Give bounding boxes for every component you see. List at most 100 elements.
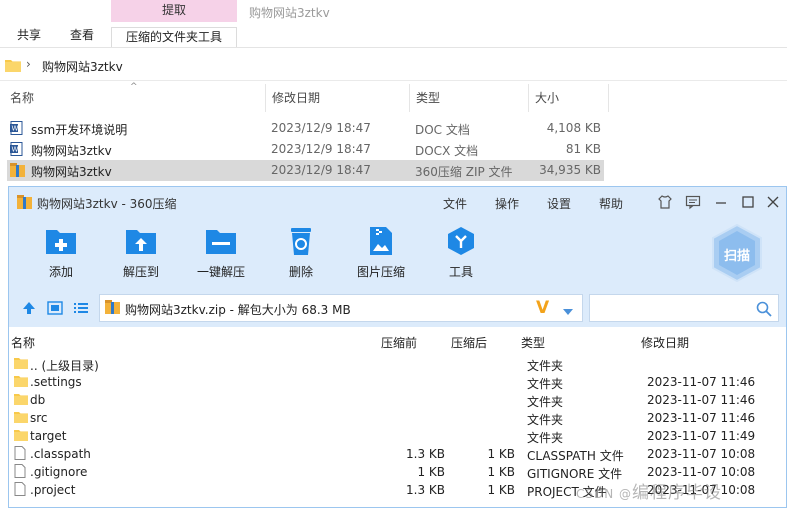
image-compress-icon xyxy=(363,225,399,257)
add-icon xyxy=(43,225,79,257)
chevron-down-icon[interactable] xyxy=(562,305,574,319)
folder-icon xyxy=(14,356,28,373)
column-packed-size[interactable]: 压缩前 xyxy=(381,334,417,351)
row-packed-size: 1 KB xyxy=(417,465,445,479)
maximize-icon[interactable] xyxy=(740,194,756,210)
row-name: db xyxy=(30,393,46,407)
one-click-extract-label: 一键解压 xyxy=(196,265,245,279)
list-item-selected[interactable]: 购物网站3ztkv 2023/12/9 18:47 360压缩 ZIP 文件 3… xyxy=(7,160,604,181)
explorer-window-title: 购物网站3ztkv xyxy=(249,6,330,20)
extract-to-label: 解压到 xyxy=(122,265,159,279)
chevron-right-icon[interactable]: › xyxy=(26,57,31,71)
row-date: 2023-11-07 11:46 xyxy=(647,375,756,389)
ribbon-divider xyxy=(0,47,787,48)
address-path[interactable]: 购物网站3ztkv xyxy=(42,58,123,75)
column-type[interactable]: 类型 xyxy=(410,84,440,112)
table-row[interactable]: .settings 文件夹 2023-11-07 11:46 xyxy=(9,373,786,391)
column-divider[interactable] xyxy=(608,84,609,112)
table-row[interactable]: .classpath 1.3 KB 1 KB CLASSPATH 文件 2023-11-… xyxy=(9,445,786,463)
file-icon xyxy=(14,446,26,463)
tools-button[interactable]: 工具 xyxy=(421,225,501,280)
one-click-extract-button[interactable]: 一键解压 xyxy=(181,225,261,280)
row-packed-size: 1.3 KB xyxy=(406,447,445,461)
add-button[interactable]: 添加 xyxy=(21,225,101,280)
column-size[interactable]: 大小 xyxy=(529,84,559,112)
skin-icon[interactable] xyxy=(657,194,673,210)
address-bar[interactable]: › 购物网站3ztkv xyxy=(0,54,787,78)
folder-icon xyxy=(14,374,28,391)
column-name[interactable]: 名称 xyxy=(4,84,34,112)
scan-label: 扫描 xyxy=(723,249,750,264)
column-type[interactable]: 类型 xyxy=(521,334,545,351)
file-size: 4,108 KB xyxy=(546,121,601,135)
tab-view[interactable]: 查看 xyxy=(70,27,94,47)
table-row[interactable]: target 文件夹 2023-11-07 11:49 xyxy=(9,427,786,445)
folder-icon xyxy=(14,410,28,427)
close-icon[interactable] xyxy=(765,194,781,210)
file-list-header: 名称 修改日期 类型 大小 xyxy=(0,84,610,112)
extract-to-button[interactable]: 解压到 xyxy=(101,225,181,280)
table-row[interactable]: src 文件夹 2023-11-07 11:46 xyxy=(9,409,786,427)
file-size: 34,935 KB xyxy=(539,163,601,177)
address-divider xyxy=(0,80,787,81)
menu-operation[interactable]: 操作 xyxy=(495,195,519,212)
zip-title-bar[interactable]: 购物网站3ztkv - 360压缩 文件 操作 设置 帮助 xyxy=(9,187,786,217)
scan-button[interactable]: 扫描 xyxy=(709,223,765,283)
file-date: 2023/12/9 18:47 xyxy=(271,163,371,177)
row-unpacked-size: 1 KB xyxy=(487,447,515,461)
row-type: 文件夹 xyxy=(527,395,564,409)
extract-to-icon xyxy=(123,225,159,257)
row-packed-size: 1.3 KB xyxy=(406,483,445,497)
table-row[interactable]: db 文件夹 2023-11-07 11:46 xyxy=(9,391,786,409)
word-doc-icon: W xyxy=(10,121,23,138)
column-unpacked-size[interactable]: 压缩后 xyxy=(451,334,487,351)
vip-logo-icon[interactable]: V xyxy=(536,298,549,318)
delete-label: 删除 xyxy=(288,265,313,279)
tab-share[interactable]: 共享 xyxy=(17,27,41,47)
row-name: .project xyxy=(30,483,76,497)
file-date: 2023/12/9 18:47 xyxy=(271,121,371,135)
column-date[interactable]: 修改日期 xyxy=(266,84,320,112)
tools-icon xyxy=(443,225,479,257)
table-row[interactable]: .. (上级目录) 文件夹 xyxy=(9,355,786,373)
delete-button[interactable]: 删除 xyxy=(261,225,341,280)
zip-window: 购物网站3ztkv - 360压缩 文件 操作 设置 帮助 添加 解压到 一键解… xyxy=(8,186,787,508)
folder-icon xyxy=(5,58,21,75)
row-type: 文件夹 xyxy=(527,377,564,391)
image-compress-button[interactable]: 图片压缩 xyxy=(341,225,421,280)
menu-settings[interactable]: 设置 xyxy=(547,195,571,212)
zip-path-field[interactable]: 购物网站3ztkv.zip - 解包大小为 68.3 MB V xyxy=(99,294,583,322)
row-unpacked-size: 1 KB xyxy=(487,465,515,479)
row-type: CLASSPATH 文件 xyxy=(527,449,624,463)
row-type: 文件夹 xyxy=(527,431,564,445)
folder-icon xyxy=(14,392,28,409)
row-date: 2023-11-07 11:49 xyxy=(647,429,756,443)
row-type: 文件夹 xyxy=(527,413,564,427)
row-unpacked-size: 1 KB xyxy=(487,483,515,497)
thumbnail-view-icon[interactable] xyxy=(47,301,63,318)
search-input[interactable] xyxy=(589,294,779,322)
tab-compressed-folder-tools[interactable]: 压缩的文件夹工具 xyxy=(111,27,237,47)
image-compress-label: 图片压缩 xyxy=(356,265,405,279)
search-icon[interactable] xyxy=(756,301,772,320)
row-name: .classpath xyxy=(30,447,91,461)
zip-window-title: 购物网站3ztkv - 360压缩 xyxy=(37,197,177,211)
word-doc-icon: W xyxy=(10,142,23,159)
list-item[interactable]: W ssm开发环境说明 2023/12/9 18:47 DOC 文档 4,108… xyxy=(7,118,604,139)
tab-extract[interactable]: 提取 xyxy=(111,0,237,22)
add-label: 添加 xyxy=(48,265,73,279)
menu-file[interactable]: 文件 xyxy=(443,195,467,212)
file-date: 2023/12/9 18:47 xyxy=(271,142,371,156)
row-date: 2023-11-07 10:08 xyxy=(647,465,756,479)
menu-help[interactable]: 帮助 xyxy=(599,195,623,212)
column-name[interactable]: 名称 xyxy=(11,334,35,351)
list-item[interactable]: W 购物网站3ztkv 2023/12/9 18:47 DOCX 文档 81 K… xyxy=(7,139,604,160)
list-view-icon[interactable] xyxy=(73,301,89,318)
column-date[interactable]: 修改日期 xyxy=(641,334,689,351)
tools-label: 工具 xyxy=(448,265,473,279)
arrow-up-icon[interactable] xyxy=(21,301,37,318)
minimize-icon[interactable] xyxy=(713,194,729,210)
row-name: .. (上级目录) xyxy=(30,359,99,373)
feedback-icon[interactable] xyxy=(685,194,701,210)
file-type: DOCX 文档 xyxy=(415,144,479,158)
